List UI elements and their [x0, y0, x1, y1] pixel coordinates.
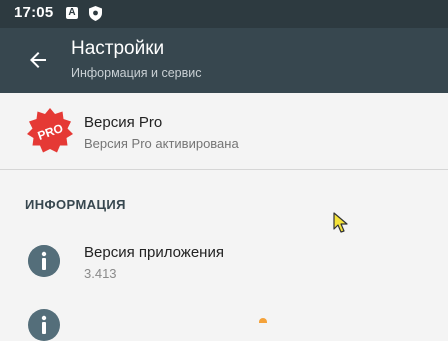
info-icon[interactable] — [28, 309, 60, 341]
pro-badge-icon: PRO — [27, 108, 73, 153]
app-version-value: 3.413 — [84, 266, 117, 281]
status-bar: 17:05 A — [0, 0, 448, 28]
divider — [0, 169, 448, 170]
section-header-info: ИНФОРМАЦИЯ — [25, 197, 126, 212]
mouse-cursor-icon — [333, 212, 348, 233]
status-time: 17:05 — [14, 4, 54, 21]
list-item-app-version[interactable]: Версия приложения 3.413 — [0, 230, 448, 290]
app-version-title: Версия приложения — [84, 244, 224, 261]
app-bar: Настройки Информация и сервис — [0, 28, 448, 93]
a-icon: A — [66, 7, 78, 19]
arrow-back-icon[interactable] — [26, 48, 50, 72]
pro-title: Версия Pro — [84, 114, 163, 131]
shield-icon — [89, 6, 102, 21]
pro-version-item[interactable]: PRO Версия Pro Версия Pro активирована — [0, 93, 448, 169]
pro-subtitle: Версия Pro активирована — [84, 136, 239, 151]
page-title: Настройки — [71, 38, 165, 59]
page-subtitle: Информация и сервис — [71, 66, 202, 80]
info-icon — [28, 245, 60, 277]
